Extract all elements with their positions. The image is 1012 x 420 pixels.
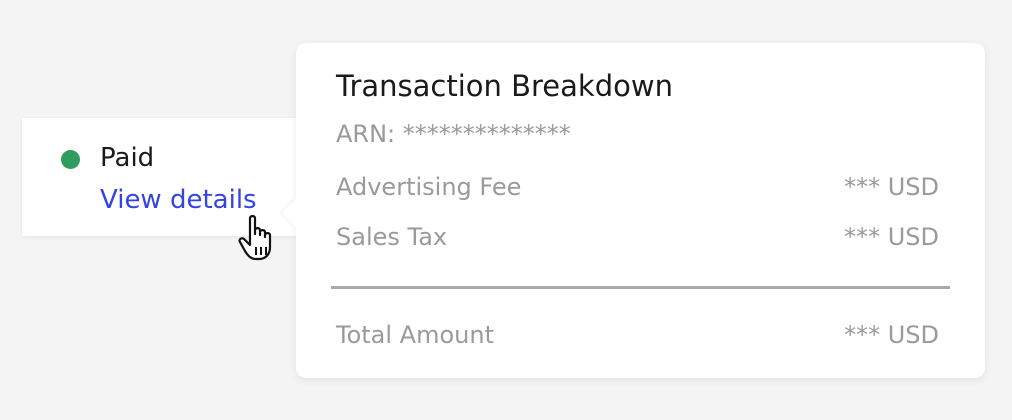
row-label: Sales Tax [336, 223, 448, 251]
row-value: *** USD [844, 173, 939, 201]
divider [331, 286, 950, 289]
arn-value: ************** [402, 120, 571, 148]
transaction-breakdown-popover: Transaction Breakdown ARN: *************… [281, 43, 985, 378]
row-label: Advertising Fee [336, 173, 522, 201]
arn-row: ARN: ************** [336, 119, 939, 149]
row-value: *** USD [844, 223, 939, 251]
breakdown-row: Sales Tax *** USD [336, 222, 939, 252]
hand-pointer-icon [238, 215, 272, 261]
view-details-link[interactable]: View details [100, 184, 257, 216]
popover-title: Transaction Breakdown [336, 69, 673, 103]
total-label: Total Amount [336, 321, 494, 349]
breakdown-row: Advertising Fee *** USD [336, 172, 939, 202]
arn-label: ARN: ************** [336, 120, 571, 148]
status-dot [61, 150, 80, 169]
total-row: Total Amount *** USD [336, 320, 939, 350]
total-value: *** USD [844, 321, 939, 349]
status-label: Paid [100, 143, 155, 173]
